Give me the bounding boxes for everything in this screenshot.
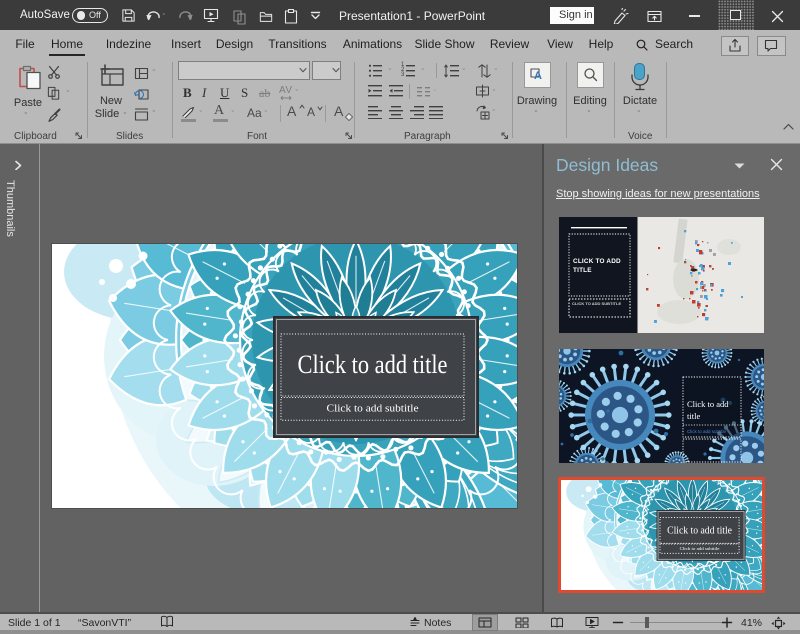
svg-text:CLICK TO ADD: CLICK TO ADD [573,258,621,265]
svg-text:TITLE: TITLE [573,267,592,274]
svg-text:Click to add subtitle: Click to add subtitle [687,429,727,434]
svg-text:Click to add subtitle: Click to add subtitle [680,546,720,551]
svg-text:Click to add title: Click to add title [667,525,732,537]
svg-text:CLICK TO ADD SUBTITLE: CLICK TO ADD SUBTITLE [572,301,621,306]
svg-text:title: title [687,411,700,421]
svg-text:Click to add subtitle: Click to add subtitle [327,404,419,415]
svg-text:Click to add: Click to add [687,399,729,409]
svg-text:Click to add title: Click to add title [298,350,448,379]
